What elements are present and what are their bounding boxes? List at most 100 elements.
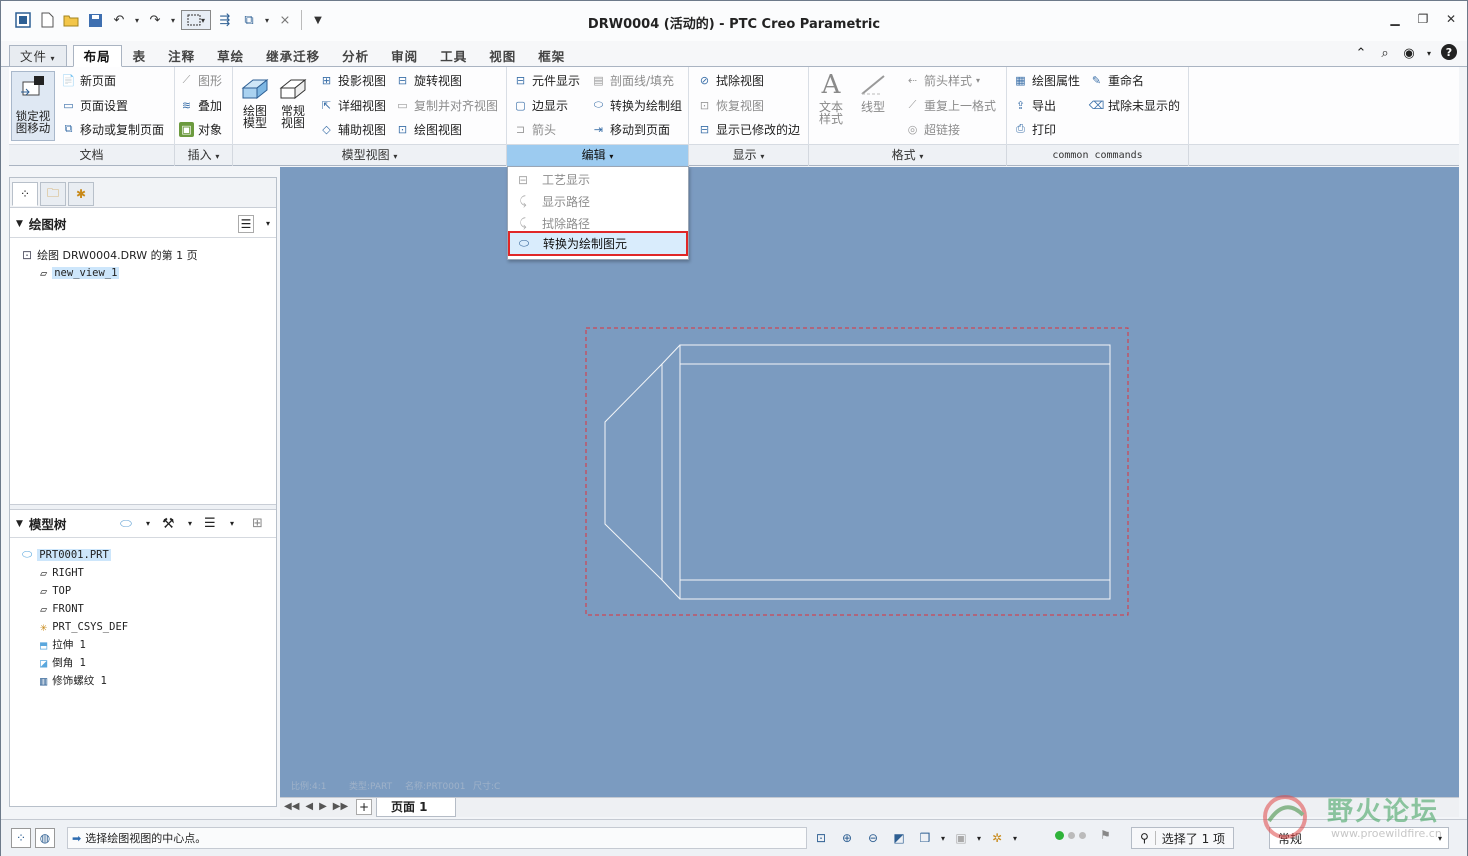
move-to-page-button[interactable]: ⇥ 移动到页面: [591, 119, 670, 139]
model-tree-item[interactable]: ◪ 倒角 1: [40, 654, 86, 671]
chevron-down-icon[interactable]: ▾: [230, 519, 234, 528]
overlay-button[interactable]: ≋ 叠加: [179, 95, 222, 115]
revolved-view-button[interactable]: ⊟ 旋转视图: [395, 70, 462, 90]
help-icon[interactable]: ?: [1441, 44, 1457, 60]
restore-view-button[interactable]: ⊡ 恢复视图: [697, 95, 764, 115]
auxiliary-view-button[interactable]: ◇ 辅助视图: [319, 119, 386, 139]
chevron-down-icon[interactable]: ▾: [188, 519, 192, 528]
model-tree-item[interactable]: ⬭ PRT0001.PRT: [22, 546, 111, 563]
group-label-edit[interactable]: 编辑 ▾: [507, 145, 689, 166]
tab-10[interactable]: 框架: [527, 45, 576, 67]
general-view-button[interactable]: 常规 视图: [275, 75, 311, 129]
close-icon[interactable]: ✕: [1443, 11, 1459, 27]
tree-settings-icon[interactable]: ☰: [238, 214, 254, 233]
export-button[interactable]: ⇪ 导出: [1013, 95, 1056, 115]
settings-dropdown-icon[interactable]: ▾: [266, 219, 270, 228]
display-style-icon[interactable]: ❒: [915, 828, 935, 848]
chevron-down-icon[interactable]: ▾: [941, 834, 945, 843]
erase-view-button[interactable]: ⊘ 拭除视图: [697, 70, 764, 90]
zoom-fit-icon[interactable]: ⊡: [811, 828, 831, 848]
group-label-insert[interactable]: 插入 ▾: [175, 145, 233, 166]
arrow-button[interactable]: ⊐ 箭头: [513, 119, 556, 139]
tab-5[interactable]: 继承迁移: [255, 45, 331, 67]
model-display-icon[interactable]: ⬭: [120, 516, 132, 532]
drawing-properties-button[interactable]: ▦ 绘图属性: [1013, 70, 1080, 90]
tree-item-sheet[interactable]: ⊡ 绘图 DRW0004.DRW 的第 1 页: [22, 246, 198, 263]
add-page-button[interactable]: +: [356, 799, 372, 815]
tab-2[interactable]: 表: [122, 45, 158, 67]
zoom-out-icon[interactable]: ⊖: [863, 828, 883, 848]
repeat-format-button[interactable]: ⟋ 重复上一格式: [905, 95, 996, 115]
model-tree-item[interactable]: ▱ FRONT: [40, 600, 84, 617]
tab-0[interactable]: 文件 ▾: [9, 45, 67, 67]
minimize-icon[interactable]: ▁: [1387, 11, 1403, 27]
page-tab[interactable]: 页面 1: [376, 798, 456, 817]
datum-display-icon[interactable]: ✲: [987, 828, 1007, 848]
tab-4[interactable]: 草绘: [206, 45, 255, 67]
favorites-tab-icon[interactable]: ✱: [68, 182, 94, 206]
chevron-down-icon[interactable]: ▾: [146, 519, 150, 528]
dropdown-item-0[interactable]: ⊟ 工艺显示: [510, 169, 686, 190]
tab-6[interactable]: 分析: [331, 45, 380, 67]
collapse-triangle-icon[interactable]: ▼: [16, 219, 23, 229]
model-tree-item[interactable]: ▥ 修饰螺纹 1: [40, 672, 107, 689]
repaint-icon[interactable]: ◩: [889, 828, 909, 848]
erase-undisplayed-button[interactable]: ⌫ 拭除未显示的: [1089, 95, 1180, 115]
tab-3[interactable]: 注释: [157, 45, 206, 67]
tools-icon[interactable]: ⚒: [162, 516, 175, 532]
move-copy-page-button[interactable]: ⧉ 移动或复制页面: [61, 119, 164, 139]
section-line-fill-button[interactable]: ▤ 剖面线/填充: [591, 70, 674, 90]
next-page-icon[interactable]: ▶: [319, 801, 327, 812]
group-label-model-views[interactable]: 模型视图 ▾: [233, 145, 507, 166]
drawing-model-button[interactable]: 绘图 模型: [237, 75, 273, 129]
drawing-view-graphic[interactable]: [280, 167, 1459, 797]
model-tree-item[interactable]: ⬒ 拉伸 1: [40, 636, 86, 653]
show-modified-edges-button[interactable]: ⊟ 显示已修改的边: [697, 119, 800, 139]
collapse-ribbon-icon[interactable]: ⌃: [1353, 44, 1369, 62]
projection-view-button[interactable]: ⊞ 投影视图: [319, 70, 386, 90]
flag-icon[interactable]: ⚑: [1100, 828, 1111, 842]
hyperlink-button[interactable]: ◎ 超链接: [905, 119, 960, 139]
tab-9[interactable]: 视图: [478, 45, 527, 67]
group-label-display[interactable]: 显示 ▾: [689, 145, 809, 166]
selection-count[interactable]: ⚲ 选择了 1 项: [1131, 827, 1235, 849]
chevron-down-icon[interactable]: ▾: [977, 834, 981, 843]
graphic-button[interactable]: ⟋ 图形: [179, 70, 222, 90]
browser-toggle-icon[interactable]: ◍: [35, 828, 55, 848]
dropdown-item-3[interactable]: ⬭ 转换为绘制图元: [508, 231, 688, 256]
first-page-icon[interactable]: ◀◀: [284, 801, 299, 812]
prev-page-icon[interactable]: ◀: [305, 801, 313, 812]
search-icon[interactable]: ⌕: [1377, 44, 1393, 62]
convert-to-draw-group-button[interactable]: ⬭ 转换为绘制组: [591, 95, 682, 115]
tab-1[interactable]: 布局: [72, 45, 122, 67]
tab-7[interactable]: 审阅: [380, 45, 429, 67]
last-page-icon[interactable]: ▶▶: [333, 801, 348, 812]
model-tree-tab-icon[interactable]: ⁘: [12, 182, 38, 206]
lock-view-movement-button[interactable]: 锁定视 图移动: [11, 71, 55, 141]
tab-8[interactable]: 工具: [429, 45, 478, 67]
filter-icon[interactable]: ⊞: [252, 516, 263, 531]
zoom-in-icon[interactable]: ⊕: [837, 828, 857, 848]
edge-display-button[interactable]: ▢ 边显示: [513, 95, 568, 115]
group-label-format[interactable]: 格式 ▾: [809, 145, 1007, 166]
navigator-toggle-icon[interactable]: ⁘: [11, 828, 31, 848]
collapse-triangle-icon[interactable]: ▼: [16, 519, 23, 529]
tree-item-view[interactable]: ▱ new_view_1: [40, 264, 120, 281]
tree-settings-icon[interactable]: ☰: [204, 516, 216, 531]
community-icon[interactable]: ◉: [1401, 44, 1417, 62]
folder-browser-tab-icon[interactable]: 🗀: [40, 182, 66, 206]
line-style-button[interactable]: 线型: [853, 71, 893, 113]
dropdown-item-1[interactable]: ⤹ 显示路径: [510, 191, 686, 212]
copy-align-view-button[interactable]: ▭ 复制并对齐视图: [395, 95, 498, 115]
text-style-button[interactable]: A 文本 样式: [813, 71, 849, 125]
rename-button[interactable]: ✎ 重命名: [1089, 70, 1144, 90]
new-page-button[interactable]: 📄 新页面: [61, 70, 116, 90]
arrow-style-button[interactable]: ⇠ 箭头样式 ▾: [905, 70, 980, 90]
drawing-view-button[interactable]: ⊡ 绘图视图: [395, 119, 462, 139]
print-button[interactable]: ⎙ 打印: [1013, 119, 1056, 139]
restore-icon[interactable]: ❐: [1415, 11, 1431, 27]
saved-views-icon[interactable]: ▣: [951, 828, 971, 848]
chevron-down-icon[interactable]: ▾: [1013, 834, 1017, 843]
model-tree-item[interactable]: ▱ RIGHT: [40, 564, 84, 581]
page-setup-button[interactable]: ▭ 页面设置: [61, 95, 128, 115]
